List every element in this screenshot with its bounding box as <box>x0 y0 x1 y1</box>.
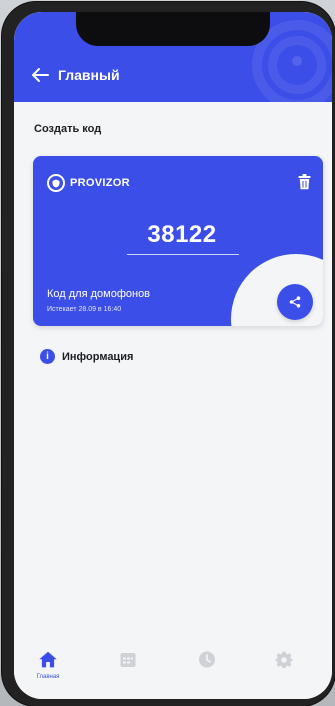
app-header: Главный <box>14 12 332 102</box>
nav-item-history[interactable] <box>177 639 237 699</box>
nav-home-label: Главная <box>36 674 60 680</box>
trash-icon[interactable] <box>298 174 311 190</box>
share-icon <box>289 296 301 308</box>
stage: Главный Создать код PROVIZOR 38122 Код д… <box>0 0 335 706</box>
phone-notch <box>76 12 270 46</box>
header-title: Главный <box>58 67 120 83</box>
intercom-code-value: 38122 <box>147 221 217 248</box>
info-icon: i <box>40 349 55 364</box>
clock-icon <box>199 651 215 668</box>
logo-shield-icon <box>47 174 65 192</box>
logo-text: PROVIZOR <box>70 177 130 189</box>
back-arrow-icon[interactable] <box>31 67 49 83</box>
home-icon <box>39 651 57 668</box>
phone-frame: Главный Создать код PROVIZOR 38122 Код д… <box>2 2 335 706</box>
header-decoration-dot <box>292 56 302 66</box>
information-label: Информация <box>62 350 134 363</box>
settings-gear-icon <box>275 651 293 668</box>
section-title: Создать код <box>34 123 102 135</box>
nav-item-calendar[interactable] <box>98 639 158 699</box>
share-button[interactable] <box>277 284 313 320</box>
provizor-logo: PROVIZOR <box>47 172 130 194</box>
code-type-label: Код для домофонов <box>47 288 151 300</box>
calendar-icon <box>120 653 136 667</box>
information-link[interactable]: i Информация <box>40 349 133 364</box>
code-expiry-text: Истекает 28.09 в 16:40 <box>47 306 122 313</box>
nav-item-home[interactable]: Главная <box>18 639 78 699</box>
nav-item-settings[interactable] <box>254 639 314 699</box>
code-underline <box>127 254 239 255</box>
intercom-code-card: PROVIZOR 38122 Код для домофонов Истекае… <box>33 156 323 326</box>
app-screen: Главный Создать код PROVIZOR 38122 Код д… <box>14 12 332 699</box>
bottom-navigation: Главная <box>14 639 332 699</box>
